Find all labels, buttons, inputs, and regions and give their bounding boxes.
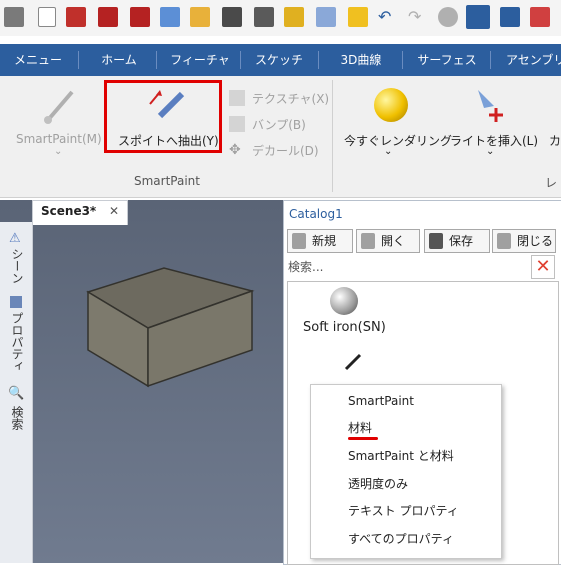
tab-divider (78, 51, 79, 69)
cart-icon[interactable] (348, 7, 368, 27)
folder-icon[interactable] (190, 7, 210, 27)
save-icon[interactable] (222, 7, 242, 27)
close-icon[interactable]: ✕ (109, 204, 119, 218)
save-catalog-button[interactable]: 保存 (424, 229, 490, 253)
tab-3d-curve[interactable]: 3D曲線 (322, 44, 400, 76)
new-icon (292, 233, 306, 249)
catalog-title: Catalog1 (289, 207, 343, 221)
tab-menu[interactable]: メニュー (2, 44, 74, 76)
catalog-item-name[interactable]: Soft iron(SN) (303, 320, 386, 335)
new-file-icon[interactable] (38, 7, 56, 27)
eyedropper-cursor-icon (343, 350, 365, 372)
image-icon[interactable] (160, 7, 180, 27)
open-catalog-button[interactable]: 開く (356, 229, 420, 253)
document-tab-label: Scene3* (41, 204, 97, 218)
chevron-down-icon[interactable]: ⌄ (486, 146, 494, 157)
ribbon-tab-bar: メニュー ホーム フィーチャ スケッチ 3D曲線 サーフェス アセンブリ (0, 44, 561, 76)
chevron-down-icon[interactable]: ⌄ (384, 146, 392, 157)
close-catalog-button[interactable]: 閉じる (492, 229, 556, 253)
red-tool-icon[interactable] (98, 7, 118, 27)
quick-access-toolbar: ↶ ↷ (0, 0, 561, 36)
search-placeholder: 検索... (288, 260, 324, 274)
spuit-extract-button[interactable]: スポイトへ抽出(Y) (118, 132, 219, 149)
side-tab-scene[interactable]: シーン (9, 248, 26, 284)
tab-surface[interactable]: サーフェス (408, 44, 486, 76)
window-icon[interactable] (530, 7, 550, 27)
add-part-icon[interactable] (316, 7, 336, 27)
save-icon (429, 233, 443, 249)
open-label: 開く (381, 234, 406, 248)
app-logo-icon[interactable] (4, 7, 24, 27)
new-label: 新規 (312, 234, 337, 248)
smartpaint-button[interactable]: SmartPaint(M) (16, 132, 102, 146)
tab-assembly[interactable]: アセンブリ (496, 44, 561, 76)
tab-sketch[interactable]: スケッチ (244, 44, 314, 76)
chevron-down-icon[interactable]: ⌄ (54, 146, 62, 157)
red-tool2-icon[interactable] (130, 7, 150, 27)
ribbon-panel: SmartPaint(M) ⌄ スポイトへ抽出(Y) テクスチャ(X) バンプ(… (0, 76, 561, 198)
menu-item-material[interactable]: 材料 (348, 418, 372, 438)
tab-divider (490, 51, 491, 69)
undo-icon[interactable]: ↶ (378, 7, 398, 27)
scene-icon: ⚠ (9, 231, 21, 246)
tab-divider (156, 51, 157, 69)
save-label: 保存 (449, 234, 474, 248)
texture-icon (229, 90, 245, 106)
menu-item-all-properties[interactable]: すべてのプロパティ (348, 529, 454, 549)
side-tab-search[interactable]: 検索 (9, 406, 26, 430)
key-icon[interactable] (284, 7, 304, 27)
redo-icon[interactable]: ↷ (408, 7, 428, 27)
render-now-button[interactable]: 今すぐレンダリング (344, 132, 452, 149)
3d-viewport[interactable] (0, 200, 285, 563)
search-icon: 🔍 (8, 386, 25, 401)
catalog-search-input[interactable]: 検索... (286, 256, 528, 276)
decal-move-icon: ✥ (229, 142, 241, 158)
bump-icon (229, 116, 245, 132)
render-group-label-partial: レ (545, 176, 558, 190)
menu-item-smartpaint[interactable]: SmartPaint (348, 391, 414, 411)
clear-search-icon[interactable]: ✕ (531, 255, 555, 279)
grid-icon[interactable] (500, 7, 520, 27)
tab-divider (402, 51, 403, 69)
red-underline (348, 437, 378, 440)
camera-button-partial[interactable]: カ (549, 132, 561, 149)
tab-feature[interactable]: フィーチャ (160, 44, 240, 76)
sparkle-icon[interactable] (466, 5, 490, 29)
decal-button[interactable]: デカール(D) (252, 142, 319, 159)
menu-item-smartpaint-and-material[interactable]: SmartPaint と材料 (348, 446, 454, 466)
smartpaint-group-label: SmartPaint (134, 174, 200, 188)
side-panel-tabs: ⚠ シーン プロパティ 🔍 検索 (0, 222, 33, 563)
properties-icon (10, 296, 22, 308)
menu-item-text-properties[interactable]: テキスト プロパティ (348, 501, 459, 521)
light-bulb-icon (374, 88, 408, 122)
bump-button[interactable]: バンプ(B) (252, 116, 306, 133)
new-catalog-button[interactable]: 新規 (287, 229, 353, 253)
close-catalog-icon (497, 233, 511, 249)
menu-item-transparency-only[interactable]: 透明度のみ (348, 474, 408, 494)
open-mail-icon[interactable] (66, 7, 86, 27)
open-icon (361, 233, 375, 249)
insert-light-icon (470, 86, 510, 126)
eyedropper-icon (146, 86, 190, 122)
document-tab[interactable]: Scene3* ✕ (32, 200, 128, 225)
close-label: 閉じる (517, 234, 554, 248)
save-as-icon[interactable] (254, 7, 274, 27)
tab-home[interactable]: ホーム (84, 44, 154, 76)
sphere-icon[interactable] (438, 7, 458, 27)
tab-divider (240, 51, 241, 69)
context-menu: SmartPaint 材料 SmartPaint と材料 透明度のみ テキスト … (310, 384, 502, 559)
material-sphere-icon[interactable] (330, 287, 358, 315)
texture-button[interactable]: テクスチャ(X) (252, 90, 329, 107)
group-divider (332, 80, 333, 192)
brush-icon (40, 86, 80, 126)
tab-divider (318, 51, 319, 69)
side-tab-properties[interactable]: プロパティ (9, 312, 26, 372)
